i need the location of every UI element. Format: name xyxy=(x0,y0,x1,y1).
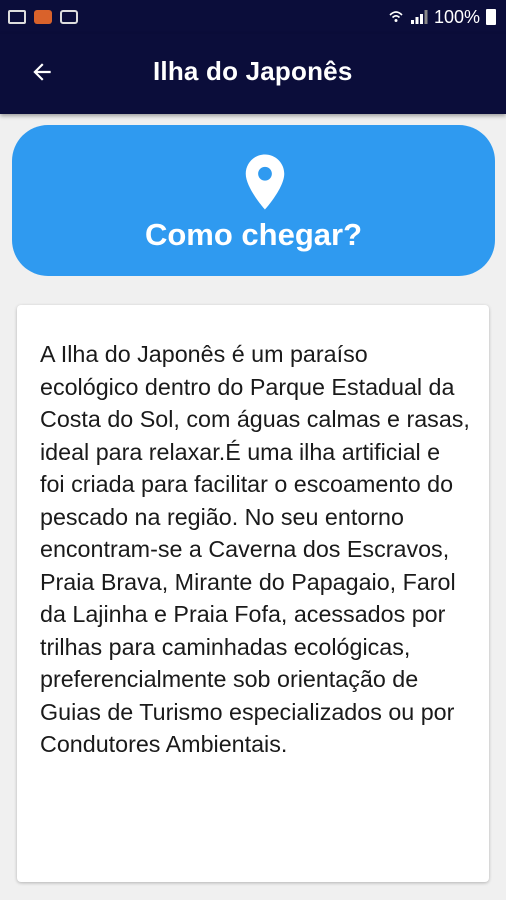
page-title: Ilha do Japonês xyxy=(153,56,353,86)
wifi-calling-icon xyxy=(389,11,403,22)
directions-button[interactable]: Como chegar? xyxy=(12,125,495,276)
status-right: 100% xyxy=(388,7,496,28)
directions-button-label: Como chegar? xyxy=(144,217,363,252)
image-icon xyxy=(8,10,26,24)
app-notification-icon xyxy=(34,10,52,24)
voicemail-icon xyxy=(60,10,78,24)
back-button[interactable] xyxy=(24,54,60,90)
app-bar: Ilha do Japonês xyxy=(0,34,506,114)
arrow-back-icon xyxy=(33,63,51,81)
status-left-icons xyxy=(8,10,78,24)
battery-icon xyxy=(486,9,496,25)
location-pin-icon xyxy=(245,154,285,210)
signal-icon xyxy=(410,10,428,24)
description-text: A Ilha do Japonês é um paraíso ecológico… xyxy=(40,341,470,757)
description-card: A Ilha do Japonês é um paraíso ecológico… xyxy=(17,305,489,882)
battery-percent: 100% xyxy=(433,6,480,27)
status-bar: 100% xyxy=(0,0,506,34)
